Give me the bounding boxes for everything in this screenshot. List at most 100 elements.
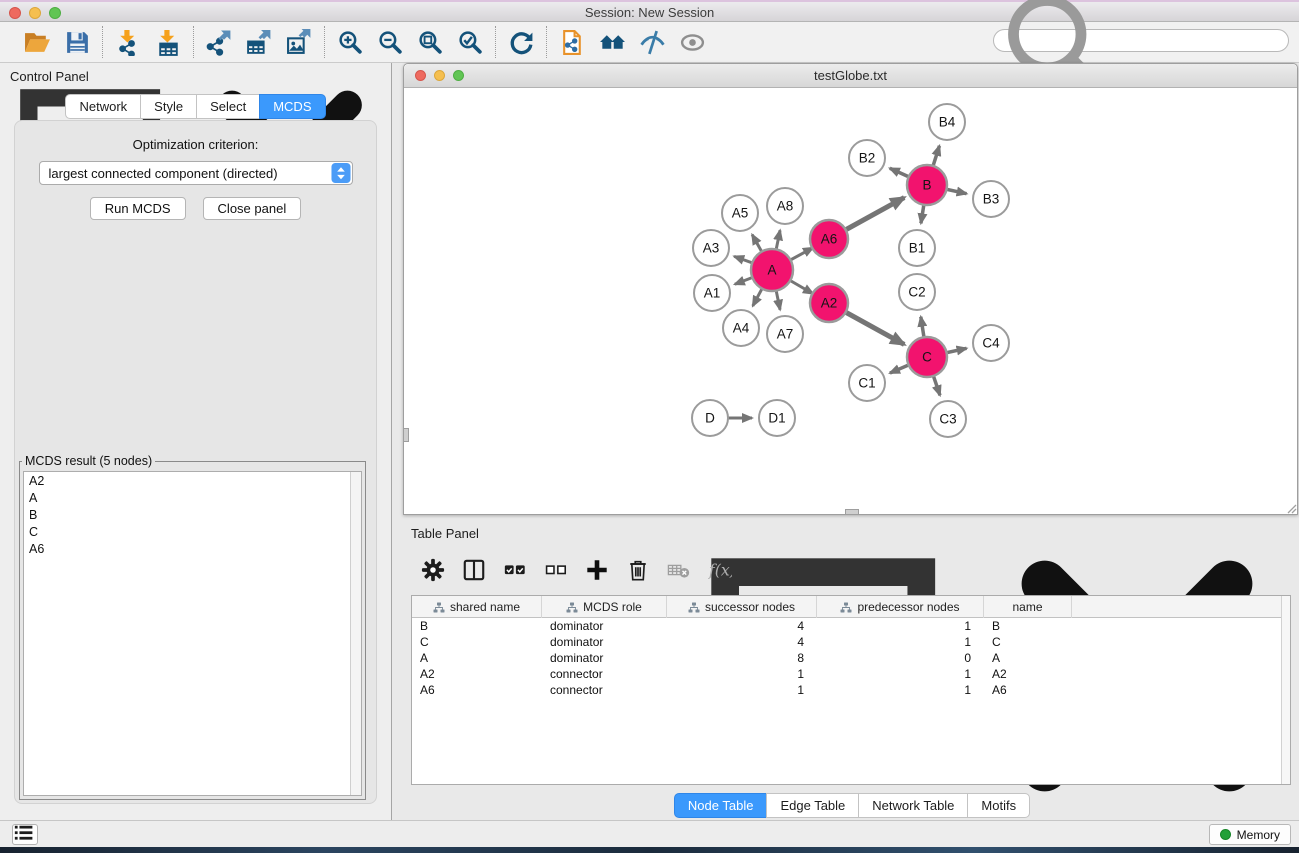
zoom-in-button[interactable]: [335, 27, 365, 57]
table-cell: 8: [667, 650, 817, 666]
column-header-name[interactable]: name: [984, 596, 1072, 618]
search-box[interactable]: [993, 29, 1289, 52]
table-row[interactable]: A2connector11A2: [412, 666, 1290, 682]
tab-mcds[interactable]: MCDS: [259, 94, 325, 119]
table-scrollbar[interactable]: [1281, 596, 1290, 784]
show-details-icon: [679, 29, 706, 56]
zoom-fit-button[interactable]: [415, 27, 445, 57]
deselect-all-button[interactable]: [544, 558, 568, 582]
table-row[interactable]: Cdominator41C: [412, 634, 1290, 650]
optimization-criterion-label: Optimization criterion:: [15, 137, 376, 152]
open-network-file-button[interactable]: [557, 27, 587, 57]
add-row-icon: [585, 558, 609, 582]
graph-node-A7[interactable]: A7: [767, 316, 803, 352]
toolbar-group: [194, 27, 324, 57]
graph-node-A1[interactable]: A1: [694, 275, 730, 311]
criterion-dropdown[interactable]: largest connected component (directed): [39, 161, 353, 185]
table-tab-node-table[interactable]: Node Table: [674, 793, 768, 818]
open-session-button[interactable]: [22, 27, 52, 57]
tab-select[interactable]: Select: [196, 94, 260, 119]
mcds-result-scrollbar[interactable]: [350, 472, 361, 795]
column-header-MCDS-role[interactable]: MCDS role: [542, 596, 667, 618]
node-table: shared nameMCDS rolesuccessor nodesprede…: [411, 595, 1291, 785]
graph-node-A4[interactable]: A4: [723, 310, 759, 346]
import-network-button[interactable]: [113, 27, 143, 57]
graph-node-B3[interactable]: B3: [973, 181, 1009, 217]
table-tab-motifs[interactable]: Motifs: [967, 793, 1030, 818]
show-details-button[interactable]: [677, 27, 707, 57]
close-panel-button[interactable]: Close panel: [203, 197, 302, 220]
export-image-button[interactable]: [284, 27, 314, 57]
svg-text:C2: C2: [908, 285, 925, 300]
graph-node-A8[interactable]: A8: [767, 188, 803, 224]
graph-node-A6[interactable]: A6: [810, 220, 848, 258]
zoom-selected-button[interactable]: [455, 27, 485, 57]
home-button[interactable]: [597, 27, 627, 57]
network-canvas[interactable]: A A6 A2 B C A5 A8 A3 A1A4A7 B2 B4 B3 B1 C2 C4 C1 C3 D D1: [405, 89, 1296, 513]
graph-node-B2[interactable]: B2: [849, 140, 885, 176]
graph-node-A3[interactable]: A3: [693, 230, 729, 266]
table-row[interactable]: A6connector11A6: [412, 682, 1290, 698]
toolbar-group: [547, 27, 717, 57]
tab-style[interactable]: Style: [140, 94, 197, 119]
frame-resize-handle-left[interactable]: [403, 428, 409, 442]
graph-node-C1[interactable]: C1: [849, 365, 885, 401]
save-session-button[interactable]: [62, 27, 92, 57]
toolbar-group: [325, 27, 495, 57]
graph-node-B4[interactable]: B4: [929, 104, 965, 140]
column-header-shared-name[interactable]: shared name: [412, 596, 542, 618]
function-builder-button[interactable]: f(x): [708, 558, 732, 582]
network-window-titlebar[interactable]: testGlobe.txt: [404, 64, 1297, 88]
graph-node-C[interactable]: C: [907, 337, 947, 377]
mcds-result-item[interactable]: A: [24, 489, 361, 506]
graph-node-B1[interactable]: B1: [899, 230, 935, 266]
export-network-button[interactable]: [204, 27, 234, 57]
settings-gear-icon: [421, 558, 445, 582]
mcds-result-item[interactable]: B: [24, 506, 361, 523]
tab-network[interactable]: Network: [65, 94, 141, 119]
task-history-button[interactable]: [12, 824, 38, 845]
frame-resize-handle-bottom[interactable]: [845, 509, 859, 515]
mcds-result-list[interactable]: A2ABCA6: [23, 471, 362, 796]
select-all-button[interactable]: [503, 558, 527, 582]
mcds-result-item[interactable]: C: [24, 523, 361, 540]
deselect-all-icon: [544, 558, 568, 582]
mcds-result-item[interactable]: A6: [24, 540, 361, 557]
table-tab-edge-table[interactable]: Edge Table: [766, 793, 859, 818]
table-tab-network-table[interactable]: Network Table: [858, 793, 968, 818]
search-input[interactable]: [1108, 33, 1288, 48]
import-table-button[interactable]: [153, 27, 183, 57]
memory-button[interactable]: Memory: [1209, 824, 1291, 845]
toggle-columns-button[interactable]: [462, 558, 486, 582]
settings-gear-button[interactable]: [421, 558, 445, 582]
frame-resize-corner[interactable]: [1285, 502, 1297, 514]
graph-node-C2[interactable]: C2: [899, 274, 935, 310]
column-header-successor-nodes[interactable]: successor nodes: [667, 596, 817, 618]
zoom-out-button[interactable]: [375, 27, 405, 57]
table-panel: Table Panel f(x) shared nameMCDS rolesuc…: [405, 520, 1299, 820]
graph-node-B[interactable]: B: [907, 165, 947, 205]
svg-text:A5: A5: [732, 206, 749, 221]
refresh-button[interactable]: [506, 27, 536, 57]
graph-node-C3[interactable]: C3: [930, 401, 966, 437]
export-table-button[interactable]: [244, 27, 274, 57]
graph-node-D1[interactable]: D1: [759, 400, 795, 436]
graph-node-A2[interactable]: A2: [810, 284, 848, 322]
delete-row-button[interactable]: [626, 558, 650, 582]
mcds-result-item[interactable]: A2: [24, 472, 361, 489]
column-header-predecessor-nodes[interactable]: predecessor nodes: [817, 596, 984, 618]
table-row[interactable]: Bdominator41B: [412, 618, 1290, 634]
graph-node-A[interactable]: A: [751, 249, 793, 291]
table-row[interactable]: Adominator80A: [412, 650, 1290, 666]
svg-text:A3: A3: [703, 241, 720, 256]
delete-table-button[interactable]: [667, 558, 691, 582]
control-panel: Control Panel NetworkStyleSelectMCDS Opt…: [0, 63, 392, 820]
table-cell: dominator: [542, 618, 667, 634]
graph-node-C4[interactable]: C4: [973, 325, 1009, 361]
hide-details-button[interactable]: [637, 27, 667, 57]
graph-node-A5[interactable]: A5: [722, 195, 758, 231]
graph-node-D[interactable]: D: [692, 400, 728, 436]
add-row-button[interactable]: [585, 558, 609, 582]
run-mcds-button[interactable]: Run MCDS: [90, 197, 186, 220]
table-cell: C: [984, 634, 1072, 650]
